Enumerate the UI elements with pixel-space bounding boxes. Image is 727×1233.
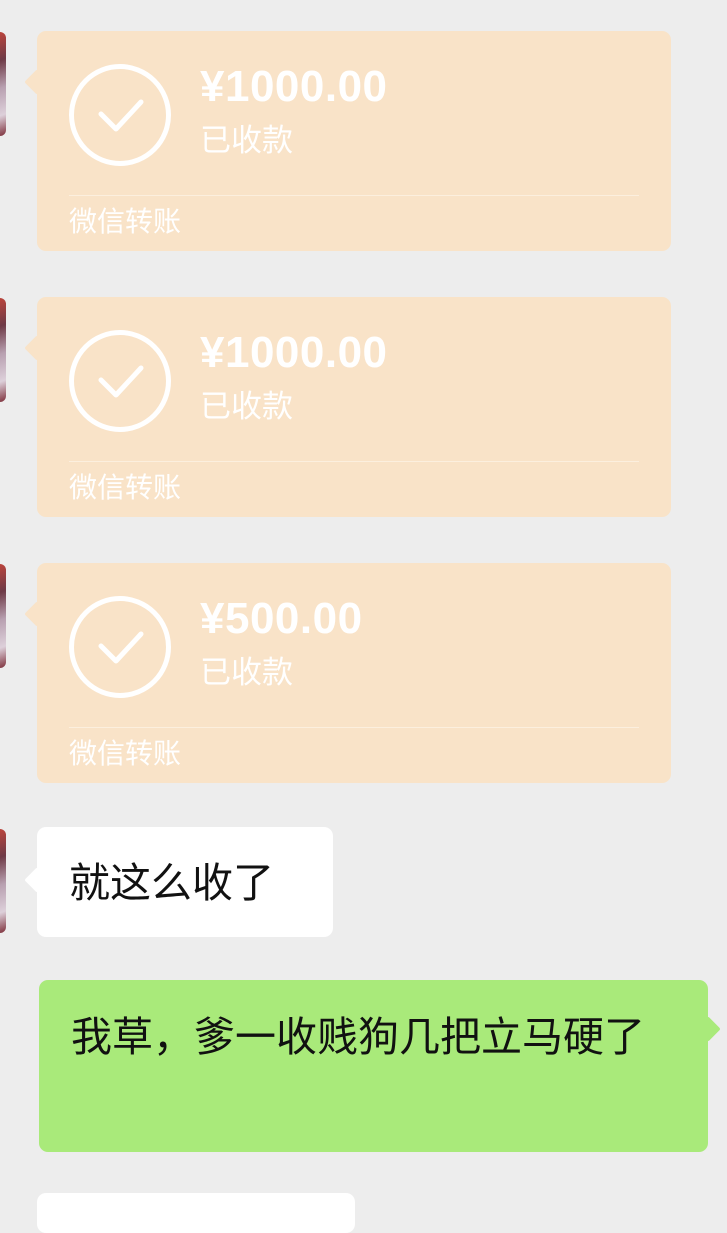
divider bbox=[69, 461, 639, 462]
check-circle-icon bbox=[69, 64, 171, 166]
transfer-card[interactable]: ¥1000.00 已收款 微信转账 bbox=[37, 31, 671, 251]
divider bbox=[69, 195, 639, 196]
incoming-message-bubble[interactable]: 就这么收了 bbox=[37, 827, 333, 937]
sender-avatar[interactable] bbox=[0, 829, 6, 933]
transfer-label: 微信转账 bbox=[69, 737, 182, 770]
divider bbox=[69, 727, 639, 728]
transfer-label: 微信转账 bbox=[69, 205, 182, 238]
transfer-status: 已收款 bbox=[200, 123, 293, 159]
message-text: 就这么收了 bbox=[69, 859, 274, 907]
transfer-card[interactable]: ¥1000.00 已收款 微信转账 bbox=[37, 297, 671, 517]
sender-avatar[interactable] bbox=[0, 298, 6, 402]
sender-avatar[interactable] bbox=[0, 564, 6, 668]
incoming-message-bubble-partial[interactable] bbox=[37, 1193, 355, 1233]
outgoing-message-bubble[interactable]: 我草，爹一收贱狗几把立马硬了 bbox=[39, 980, 708, 1152]
check-circle-icon bbox=[69, 596, 171, 698]
transfer-status: 已收款 bbox=[200, 655, 293, 691]
message-text: 我草，爹一收贱狗几把立马硬了 bbox=[71, 1013, 645, 1061]
check-circle-icon bbox=[69, 330, 171, 432]
sender-avatar[interactable] bbox=[0, 32, 6, 136]
transfer-amount: ¥1000.00 bbox=[200, 328, 388, 377]
transfer-status: 已收款 bbox=[200, 389, 293, 425]
transfer-amount: ¥500.00 bbox=[200, 594, 363, 643]
transfer-amount: ¥1000.00 bbox=[200, 62, 388, 111]
transfer-card[interactable]: ¥500.00 已收款 微信转账 bbox=[37, 563, 671, 783]
transfer-label: 微信转账 bbox=[69, 471, 182, 504]
